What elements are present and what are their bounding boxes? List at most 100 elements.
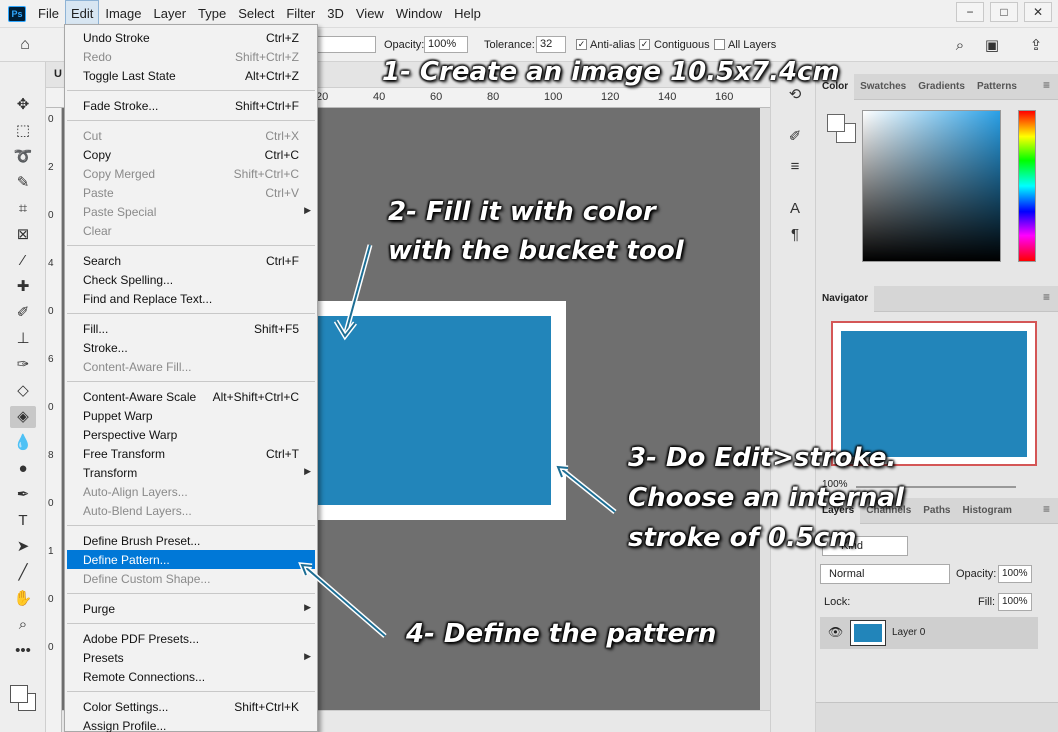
menu-item-purge[interactable]: Purge ▶ <box>65 599 317 618</box>
menu-item-check-spelling[interactable]: Check Spelling... <box>65 270 317 289</box>
menu-item-copy[interactable]: Copy Ctrl+C <box>65 145 317 164</box>
menu-item-shortcut: Ctrl+T <box>266 447 299 461</box>
history-brush-icon[interactable]: ✑ <box>10 354 36 376</box>
marquee-tool-icon[interactable]: ⬚ <box>10 120 36 142</box>
menu-item-transform[interactable]: Transform ▶ <box>65 463 317 482</box>
maximize-button[interactable]: □ <box>990 2 1018 22</box>
menu-item-free-transform[interactable]: Free Transform Ctrl+T <box>65 444 317 463</box>
tab-patterns[interactable]: Patterns <box>971 74 1023 100</box>
menu-3d[interactable]: 3D <box>321 0 350 28</box>
menu-item-adobe-pdf-presets[interactable]: Adobe PDF Presets... <box>65 629 317 648</box>
menu-item-paste[interactable]: Paste Ctrl+V <box>65 183 317 202</box>
menu-item-fill[interactable]: Fill... Shift+F5 <box>65 319 317 338</box>
tolerance-field[interactable]: 32 <box>536 36 566 53</box>
character-panel-icon[interactable]: A <box>784 198 806 220</box>
menu-item-fade-stroke[interactable]: Fade Stroke... Shift+Ctrl+F <box>65 96 317 115</box>
eraser-tool-icon[interactable]: ◇ <box>10 380 36 402</box>
move-tool-icon[interactable]: ✥ <box>10 94 36 116</box>
panel-menu-icon[interactable]: ≡ <box>1043 502 1050 516</box>
eye-icon[interactable]: 👁 <box>828 625 843 639</box>
menu-window[interactable]: Window <box>390 0 448 28</box>
opacity-field[interactable]: 100% <box>424 36 468 53</box>
tab-histogram[interactable]: Histogram <box>957 498 1018 524</box>
crop-tool-icon[interactable]: ⌗ <box>10 198 36 220</box>
contiguous-checkbox[interactable]: ✓ <box>639 39 650 50</box>
tab-navigator[interactable]: Navigator <box>816 286 875 312</box>
workspace-icon[interactable]: ▣ <box>982 36 1002 56</box>
menu-item-remote-connections[interactable]: Remote Connections... <box>65 667 317 686</box>
all-layers-checkbox[interactable] <box>714 39 725 50</box>
menu-item-paste-special[interactable]: Paste Special ▶ <box>65 202 317 221</box>
menu-file[interactable]: File <box>32 0 65 28</box>
layer-opacity-field[interactable]: 100% <box>998 565 1032 583</box>
ruler-tick-label: 4 <box>48 258 54 269</box>
adjustments-icon[interactable]: ≡ <box>784 156 806 178</box>
antialias-checkbox[interactable]: ✓ <box>576 39 587 50</box>
menu-item-auto-align-layers[interactable]: Auto-Align Layers... <box>65 482 317 501</box>
menu-item-undo-stroke[interactable]: Undo Stroke Ctrl+Z <box>65 28 317 47</box>
healing-tool-icon[interactable]: ✚ <box>10 276 36 298</box>
minimize-button[interactable]: − <box>956 2 984 22</box>
blur-tool-icon[interactable]: 💧 <box>10 432 36 454</box>
menu-item-define-custom-shape[interactable]: Define Custom Shape... <box>65 569 317 588</box>
close-button[interactable]: ✕ <box>1024 2 1052 22</box>
menu-item-puppet-warp[interactable]: Puppet Warp <box>65 406 317 425</box>
path-select-tool-icon[interactable]: ➤ <box>10 536 36 558</box>
zoom-tool-icon[interactable]: ⌕ <box>10 614 36 636</box>
menu-item-auto-blend-layers[interactable]: Auto-Blend Layers... <box>65 501 317 520</box>
menu-separator <box>67 90 315 91</box>
menu-view[interactable]: View <box>350 0 390 28</box>
menu-item-define-pattern[interactable]: Define Pattern... <box>67 550 315 569</box>
menu-item-redo[interactable]: Redo Shift+Ctrl+Z <box>65 47 317 66</box>
menu-item-find-and-replace-text[interactable]: Find and Replace Text... <box>65 289 317 308</box>
menu-item-toggle-last-state[interactable]: Toggle Last State Alt+Ctrl+Z <box>65 66 317 85</box>
quick-select-tool-icon[interactable]: ✎ <box>10 172 36 194</box>
frame-tool-icon[interactable]: ⊠ <box>10 224 36 246</box>
menu-item-define-brush-preset[interactable]: Define Brush Preset... <box>65 531 317 550</box>
menu-item-content-aware-scale[interactable]: Content-Aware Scale Alt+Shift+Ctrl+C <box>65 387 317 406</box>
tab-paths[interactable]: Paths <box>917 498 956 524</box>
stamp-tool-icon[interactable]: ⊥ <box>10 328 36 350</box>
line-tool-icon[interactable]: ╱ <box>10 562 36 584</box>
document-vertical-scrollbar[interactable] <box>760 108 770 710</box>
foreground-color-swatch[interactable] <box>10 685 28 703</box>
paint-bucket-tool-icon[interactable]: ◈ <box>10 406 36 428</box>
pen-tool-icon[interactable]: ✒ <box>10 484 36 506</box>
panel-menu-icon[interactable]: ≡ <box>1043 78 1050 92</box>
type-tool-icon[interactable]: T <box>10 510 36 532</box>
hue-slider[interactable] <box>1018 110 1036 262</box>
hand-tool-icon[interactable]: ✋ <box>10 588 36 610</box>
menu-item-perspective-warp[interactable]: Perspective Warp <box>65 425 317 444</box>
lasso-tool-icon[interactable]: ➰ <box>10 146 36 168</box>
menu-item-assign-profile[interactable]: Assign Profile... <box>65 716 317 732</box>
menu-item-label: Content-Aware Fill... <box>83 360 192 374</box>
share-icon[interactable]: ⇪ <box>1026 36 1046 56</box>
menu-item-content-aware-fill[interactable]: Content-Aware Fill... <box>65 357 317 376</box>
color-picker-field[interactable] <box>862 110 1001 262</box>
home-icon[interactable]: ⌂ <box>10 34 40 56</box>
fill-field[interactable]: 100% <box>998 593 1032 611</box>
menu-item-clear[interactable]: Clear <box>65 221 317 240</box>
tab-gradients[interactable]: Gradients <box>912 74 971 100</box>
menu-item-presets[interactable]: Presets ▶ <box>65 648 317 667</box>
panel-menu-icon[interactable]: ≡ <box>1043 290 1050 304</box>
menu-item-search[interactable]: Search Ctrl+F <box>65 251 317 270</box>
more-tools-icon[interactable]: ••• <box>10 640 36 662</box>
ruler-tick-label: 6 <box>48 354 54 365</box>
tab-swatches[interactable]: Swatches <box>854 74 912 100</box>
blend-mode-select[interactable]: Normal <box>820 564 950 584</box>
menu-item-stroke[interactable]: Stroke... <box>65 338 317 357</box>
search-icon[interactable]: ⌕ <box>950 36 970 56</box>
paragraph-panel-icon[interactable]: ¶ <box>784 224 806 246</box>
eyedropper-tool-icon[interactable]: ⁄ <box>10 250 36 272</box>
menu-help[interactable]: Help <box>448 0 487 28</box>
brush-tool-icon[interactable]: ✐ <box>10 302 36 324</box>
menu-item-color-settings[interactable]: Color Settings... Shift+Ctrl+K <box>65 697 317 716</box>
document-tab[interactable]: U <box>54 68 62 80</box>
brush-settings-icon[interactable]: ✐ <box>784 126 806 148</box>
dodge-tool-icon[interactable]: ● <box>10 458 36 480</box>
menu-item-cut[interactable]: Cut Ctrl+X <box>65 126 317 145</box>
layer-name[interactable]: Layer 0 <box>892 627 925 638</box>
menu-item-copy-merged[interactable]: Copy Merged Shift+Ctrl+C <box>65 164 317 183</box>
color-panel-foreground-swatch[interactable] <box>827 114 845 132</box>
